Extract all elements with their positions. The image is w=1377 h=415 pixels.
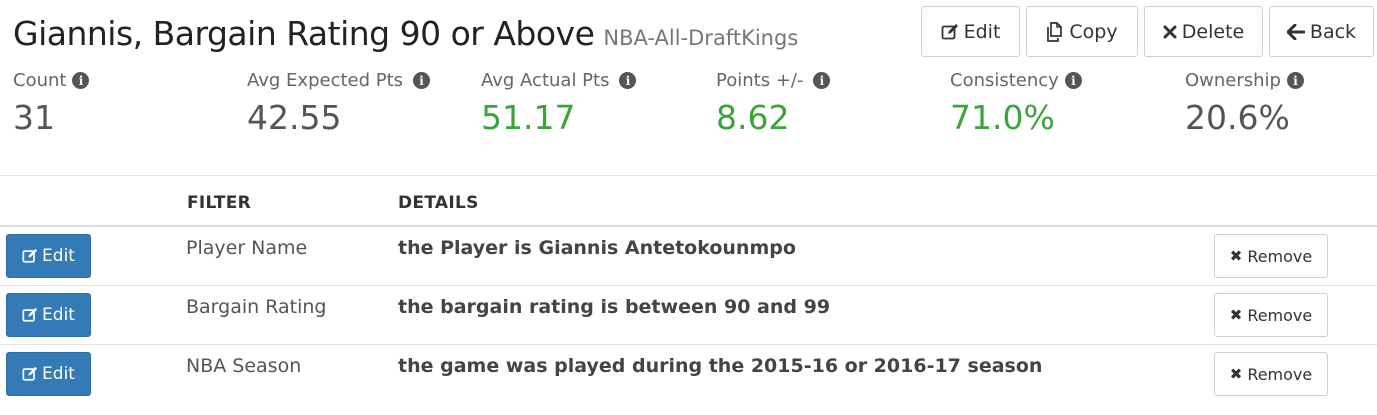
- page-title: Giannis, Bargain Rating 90 or Above: [13, 14, 595, 53]
- divider: [0, 175, 1377, 176]
- filter-cell: Player Name: [186, 237, 308, 259]
- arrow-left-icon: [1286, 23, 1305, 40]
- title-row: Giannis, Bargain Rating 90 or Above NBA-…: [13, 14, 798, 53]
- row-edit-label: Edit: [42, 305, 75, 325]
- stat-value: 31: [13, 98, 55, 137]
- stat-value: 71.0%: [950, 98, 1055, 137]
- stat-count: Count i 31: [13, 70, 90, 137]
- stat-value: 8.62: [716, 98, 790, 137]
- page: Giannis, Bargain Rating 90 or Above NBA-…: [0, 0, 1377, 415]
- remove-button[interactable]: ✖ Remove: [1214, 234, 1328, 278]
- delete-button-label: Delete: [1181, 20, 1245, 43]
- row-edit-button[interactable]: Edit: [6, 234, 91, 278]
- close-icon: ✖: [1229, 247, 1243, 265]
- info-icon[interactable]: i: [413, 72, 431, 89]
- header-button-group: Edit Copy Delete Back: [921, 6, 1374, 57]
- filter-cell: NBA Season: [186, 355, 302, 377]
- stat-label: Ownership: [1185, 70, 1281, 91]
- close-icon: [1163, 25, 1177, 39]
- stat-value: 20.6%: [1185, 98, 1290, 137]
- stat-points-plus-minus: Points +/- i 8.62: [716, 70, 831, 137]
- filter-cell: Bargain Rating: [186, 296, 327, 318]
- stat-ownership: Ownership i 20.6%: [1185, 70, 1304, 137]
- remove-button[interactable]: ✖ Remove: [1214, 352, 1328, 396]
- back-button[interactable]: Back: [1269, 6, 1374, 57]
- edit-icon: [22, 248, 38, 264]
- row-edit-label: Edit: [42, 246, 75, 266]
- copy-icon: [1046, 21, 1064, 42]
- info-icon[interactable]: i: [1064, 72, 1082, 89]
- edit-icon: [22, 366, 38, 382]
- edit-icon: [941, 23, 959, 41]
- stat-label: Points +/-: [716, 70, 804, 91]
- info-icon[interactable]: i: [813, 72, 831, 89]
- row-divider: [0, 344, 1377, 345]
- info-icon[interactable]: i: [1287, 72, 1304, 89]
- copy-button[interactable]: Copy: [1026, 6, 1138, 57]
- table-header-line: [0, 225, 1377, 227]
- edit-button-label: Edit: [963, 20, 1001, 43]
- row-edit-label: Edit: [42, 364, 75, 384]
- stat-label: Avg Expected Pts: [247, 70, 404, 91]
- remove-button-label: Remove: [1247, 246, 1313, 266]
- row-edit-button[interactable]: Edit: [6, 293, 91, 337]
- remove-button-label: Remove: [1247, 364, 1313, 384]
- stat-label: Consistency: [950, 70, 1059, 91]
- delete-button[interactable]: Delete: [1144, 6, 1263, 57]
- copy-button-label: Copy: [1069, 20, 1118, 43]
- stat-value: 42.55: [247, 98, 342, 137]
- remove-button-label: Remove: [1247, 305, 1313, 325]
- row-edit-button[interactable]: Edit: [6, 352, 91, 396]
- edit-button[interactable]: Edit: [921, 6, 1020, 57]
- close-icon: ✖: [1229, 365, 1243, 383]
- column-header-details: DETAILS: [398, 193, 479, 213]
- details-cell: the Player is Giannis Antetokounmpo: [398, 237, 796, 259]
- column-header-filter: FILTER: [187, 193, 252, 213]
- stat-label: Avg Actual Pts: [481, 70, 610, 91]
- stat-label: Count: [13, 70, 67, 91]
- edit-icon: [22, 307, 38, 323]
- info-icon[interactable]: i: [72, 72, 90, 89]
- stat-consistency: Consistency i 71.0%: [950, 70, 1082, 137]
- page-subtitle: NBA-All-DraftKings: [603, 26, 799, 50]
- close-icon: ✖: [1229, 306, 1243, 324]
- back-button-label: Back: [1309, 20, 1357, 43]
- details-cell: the bargain rating is between 90 and 99: [398, 296, 831, 318]
- row-divider: [0, 285, 1377, 286]
- stat-avg-actual-pts: Avg Actual Pts i 51.17: [481, 70, 637, 137]
- stat-value: 51.17: [481, 98, 576, 137]
- remove-button[interactable]: ✖ Remove: [1214, 293, 1328, 337]
- stat-avg-expected-pts: Avg Expected Pts i 42.55: [247, 70, 431, 137]
- details-cell: the game was played during the 2015-16 o…: [398, 355, 1043, 377]
- info-icon[interactable]: i: [619, 72, 637, 89]
